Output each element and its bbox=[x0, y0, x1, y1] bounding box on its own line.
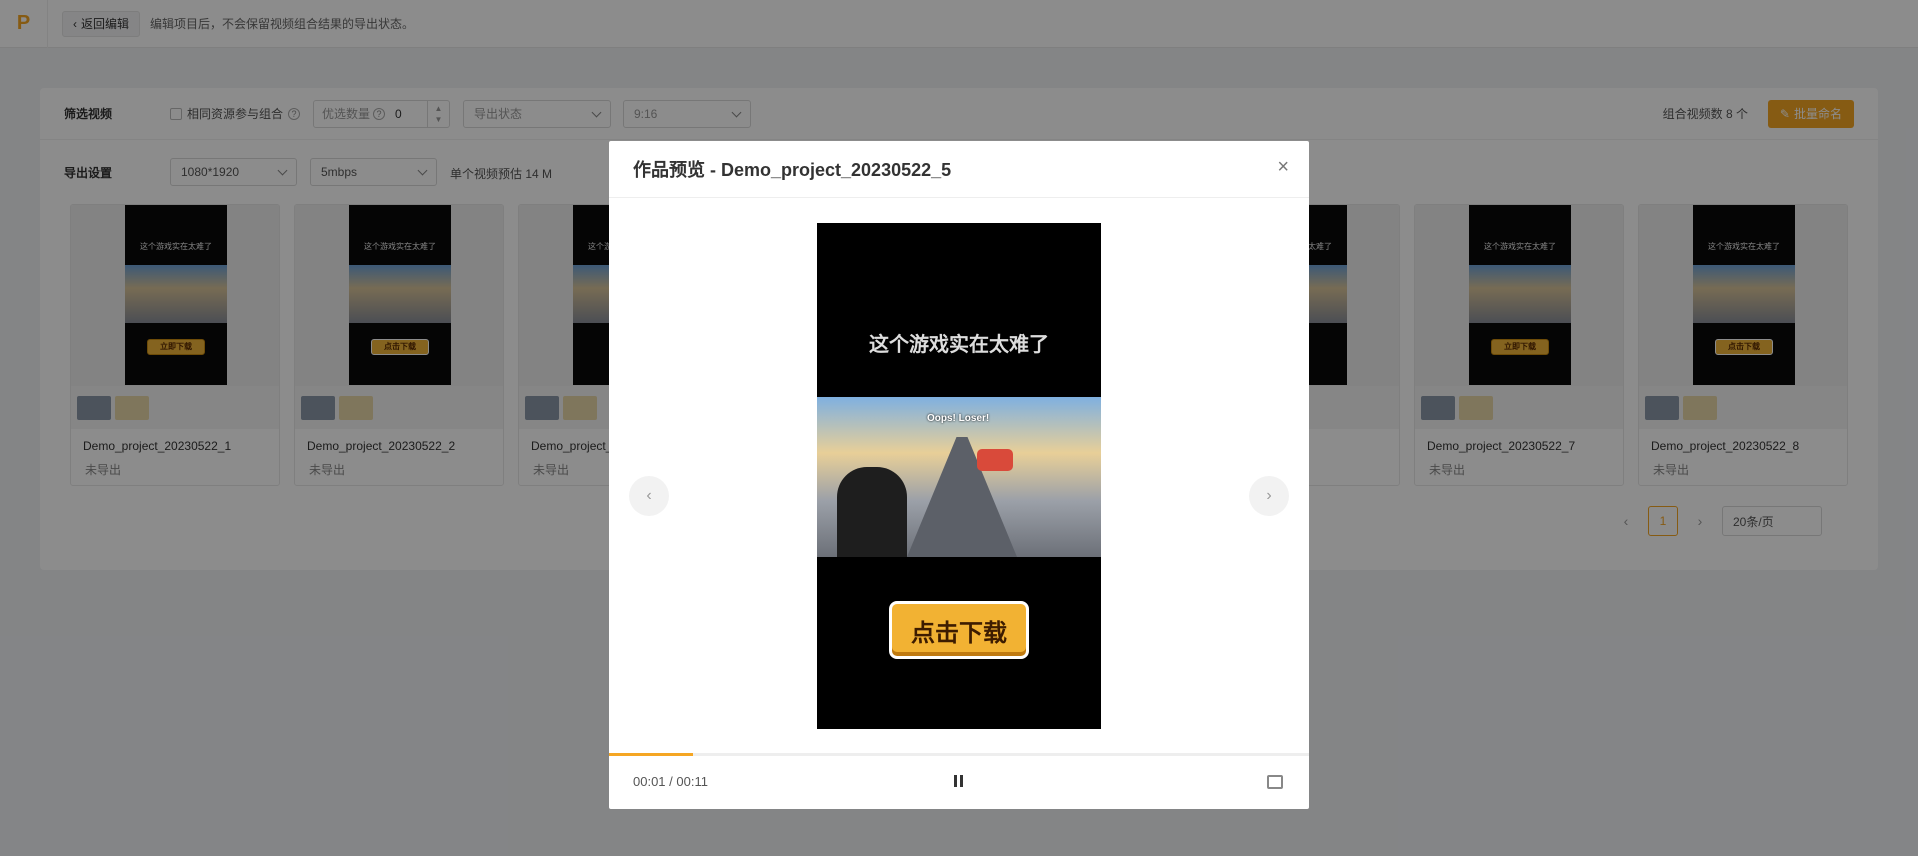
game-banner: Oops! Loser! bbox=[927, 413, 990, 424]
video-player[interactable]: 这个游戏实在太难了 Oops! Loser! 点击下载 bbox=[817, 223, 1101, 729]
current-time: 00:01 bbox=[633, 774, 666, 789]
time-readout: 00:01 / 00:11 bbox=[633, 774, 708, 789]
car-shape bbox=[977, 449, 1013, 471]
presenter-figure bbox=[837, 467, 907, 557]
fullscreen-icon[interactable] bbox=[1267, 775, 1283, 789]
video-gameplay: Oops! Loser! bbox=[817, 397, 1101, 557]
player-controls: 00:01 / 00:11 bbox=[609, 756, 1309, 809]
pause-icon[interactable] bbox=[954, 775, 963, 787]
modal-header: 作品预览 - Demo_project_20230522_5 bbox=[609, 141, 1309, 198]
preview-modal: 作品预览 - Demo_project_20230522_5 × ‹ › 这个游… bbox=[609, 141, 1309, 809]
prev-video-button[interactable]: ‹ bbox=[629, 476, 669, 516]
modal-title: 作品预览 - Demo_project_20230522_5 bbox=[633, 160, 952, 180]
next-video-button[interactable]: › bbox=[1249, 476, 1289, 516]
video-caption: 这个游戏实在太难了 bbox=[869, 334, 1049, 356]
video-cta: 点击下载 bbox=[889, 601, 1029, 659]
duration: 00:11 bbox=[676, 774, 708, 789]
close-icon[interactable]: × bbox=[1277, 157, 1289, 177]
